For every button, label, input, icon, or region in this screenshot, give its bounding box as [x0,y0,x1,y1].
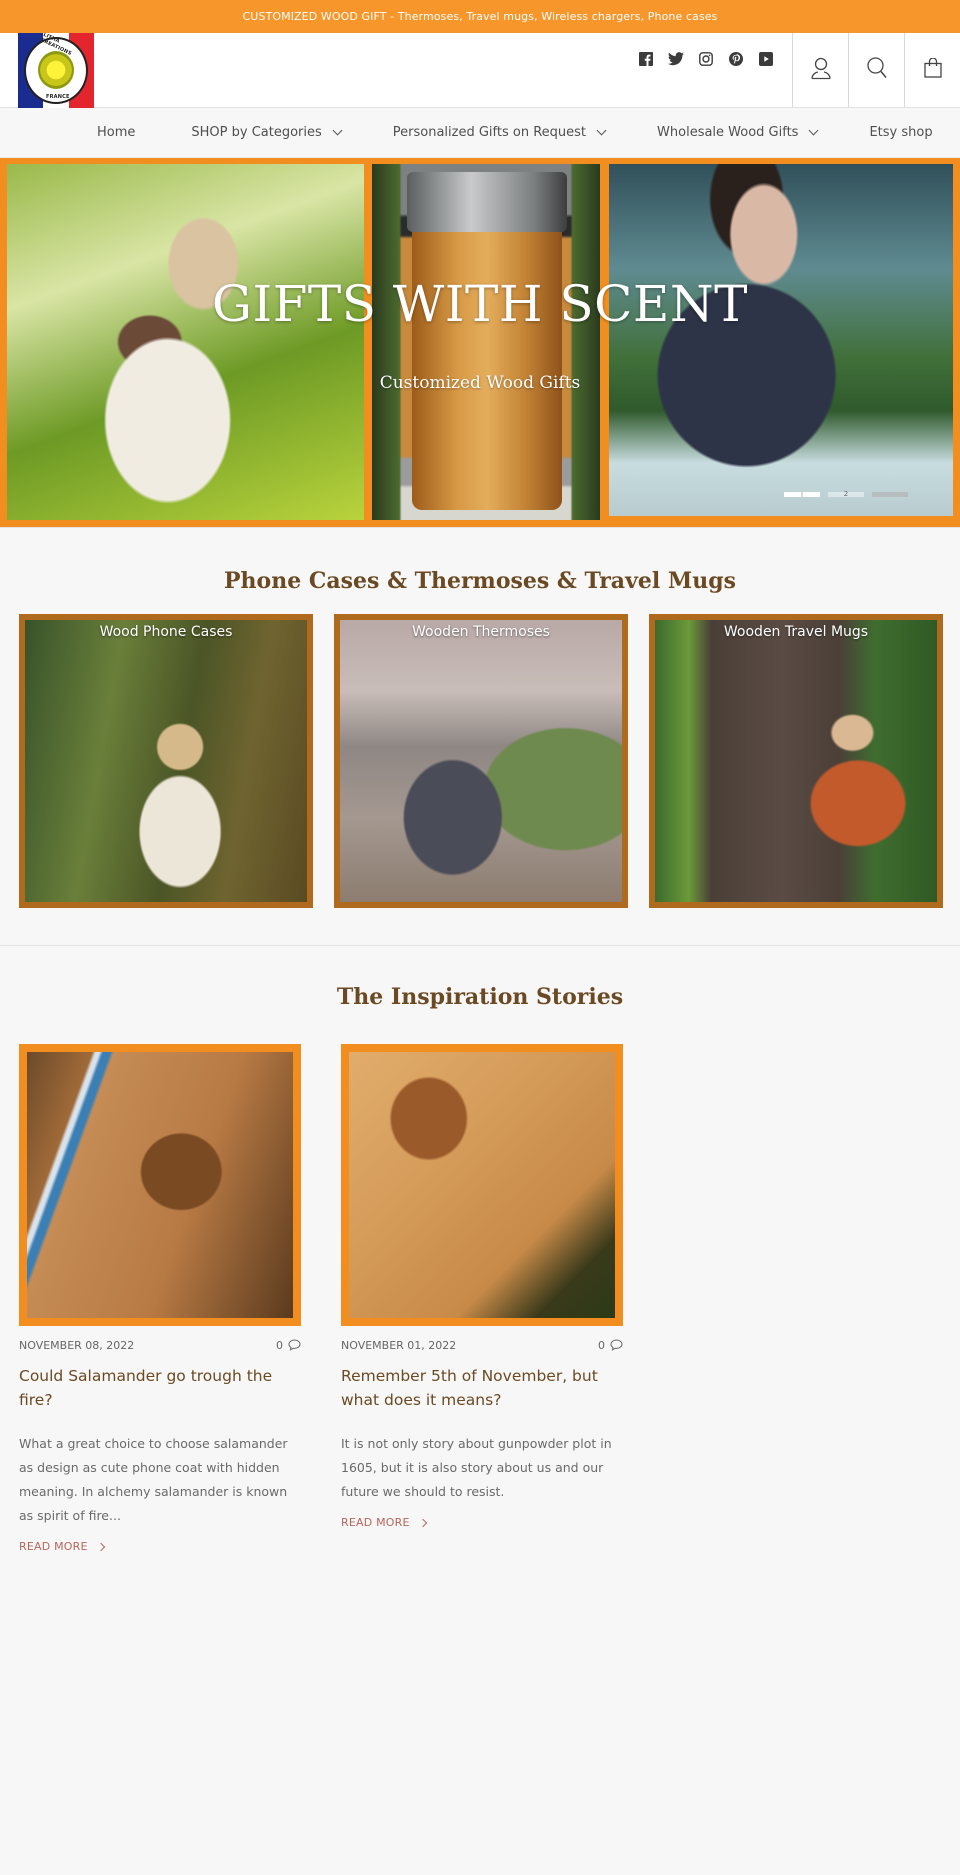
category-label: Wood Phone Cases [99,624,233,640]
category-card-wooden-thermoses[interactable]: Wooden Thermoses [334,614,628,908]
search-icon [866,56,888,84]
category-card-wood-phone-cases[interactable]: Wood Phone Cases [19,614,313,908]
category-image: Wooden Travel Mugs [655,620,937,902]
chevron-right-icon [418,1518,427,1527]
section-title: Phone Cases & Thermoses & Travel Mugs [224,568,736,594]
post-image-salamander [27,1052,293,1318]
slide-dot-1[interactable] [784,492,820,497]
read-more-label: READ MORE [341,1516,410,1529]
youtube-icon[interactable] [758,51,774,67]
post-title[interactable]: Could Salamander go trough the fire? [19,1364,301,1412]
categories-section: Phone Cases & Thermoses & Travel Mugs Wo… [0,528,960,945]
hero-title: GIFTS WITH SCENT [212,275,748,333]
post-meta: NOVEMBER 01, 2022 0 [341,1336,623,1354]
comment-icon [288,1339,301,1351]
post-excerpt: It is not only story about gunpowder plo… [341,1436,612,1499]
comment-number: 0 [276,1338,283,1352]
hero-subtitle: Customized Wood Gifts [379,373,581,393]
social-links [638,21,792,96]
chevron-down-icon [809,125,819,136]
pinterest-icon[interactable] [728,51,744,67]
hero-image-travel-mug [372,164,600,520]
blog-section: The Inspiration Stories NOVEMBER 08, 202… [0,946,960,1571]
post-meta: NOVEMBER 08, 2022 0 [19,1336,301,1354]
logo-bottom-text: FRANCE [46,94,70,100]
logo-seal: LITHA CREATIONS FRANCE [24,33,88,104]
category-card-wooden-travel-mugs[interactable]: Wooden Travel Mugs [649,614,943,908]
hero-image-man-phone [609,164,953,516]
category-label: Wooden Thermoses [412,624,550,640]
category-label: Wooden Travel Mugs [723,624,869,640]
section-title: The Inspiration Stories [336,984,624,1010]
search-button[interactable] [848,33,904,107]
comment-count[interactable]: 0 [598,1339,623,1352]
account-button[interactable] [792,33,848,107]
read-more-link[interactable]: READ MORE [341,1516,623,1529]
read-more-link[interactable]: READ MORE [19,1540,301,1553]
nav-label: SHOP by Categories [191,125,322,140]
category-image: Wood Phone Cases [25,620,307,902]
slide-dots: 2 [784,491,908,498]
chevron-right-icon [96,1542,105,1551]
post-date: NOVEMBER 08, 2022 [19,1338,135,1352]
user-icon [810,56,832,84]
post-excerpt: What a great choice to choose salamander… [19,1436,288,1523]
comment-number: 0 [598,1338,605,1352]
mug-lid-shape [407,172,567,232]
chevron-down-icon [332,125,343,136]
announcement-bar: CUSTOMIZED WOOD GIFT - Thermoses, Travel… [0,0,960,33]
slide-dot-3[interactable] [872,492,908,497]
blog-post: NOVEMBER 08, 2022 0 Could Salamander go … [19,1044,301,1553]
shopping-bag-icon [923,57,942,82]
nav-label: Personalized Gifts on Request [392,125,587,140]
chevron-down-icon [596,125,607,136]
post-thumbnail[interactable] [19,1044,301,1326]
hero-slideshow[interactable]: GIFTS WITH SCENT Customized Wood Gifts 2 [0,158,960,528]
nav-item-personalized-gifts[interactable]: Personalized Gifts on Request [392,125,607,140]
category-grid: Wood Phone Cases Wooden Thermoses Wooden… [0,614,960,908]
nav-item-home[interactable]: Home [97,125,135,140]
blog-list: NOVEMBER 08, 2022 0 Could Salamander go … [0,1044,960,1553]
site-header: LITHA CREATIONS FRANCE [0,33,960,108]
cart-button[interactable] [904,33,960,107]
nav-item-etsy-shop[interactable]: Etsy shop [869,125,932,140]
facebook-icon[interactable] [638,51,654,67]
nav-label: Etsy shop [869,125,933,140]
comment-icon [610,1339,623,1351]
logo[interactable]: LITHA CREATIONS FRANCE [18,33,94,108]
instagram-icon[interactable] [698,51,714,67]
comment-count[interactable]: 0 [276,1339,301,1352]
nav-item-shop-by-categories[interactable]: SHOP by Categories [191,125,343,140]
post-date: NOVEMBER 01, 2022 [341,1338,457,1352]
nav-label: Home [97,125,136,140]
main-nav: Home SHOP by Categories Personalized Gif… [0,108,960,158]
read-more-label: READ MORE [19,1540,88,1553]
nav-item-wholesale-wood-gifts[interactable]: Wholesale Wood Gifts [657,125,819,140]
post-image-mask-engraving [349,1052,615,1318]
post-title[interactable]: Remember 5th of November, but what does … [341,1364,623,1412]
post-thumbnail[interactable] [341,1044,623,1326]
hero-image-woman-phone [7,164,364,520]
nav-label: Wholesale Wood Gifts [657,125,799,140]
blog-post: NOVEMBER 01, 2022 0 Remember 5th of Nove… [341,1044,623,1553]
twitter-icon[interactable] [668,51,684,67]
slide-dot-2[interactable]: 2 [828,491,864,498]
category-image: Wooden Thermoses [340,620,622,902]
